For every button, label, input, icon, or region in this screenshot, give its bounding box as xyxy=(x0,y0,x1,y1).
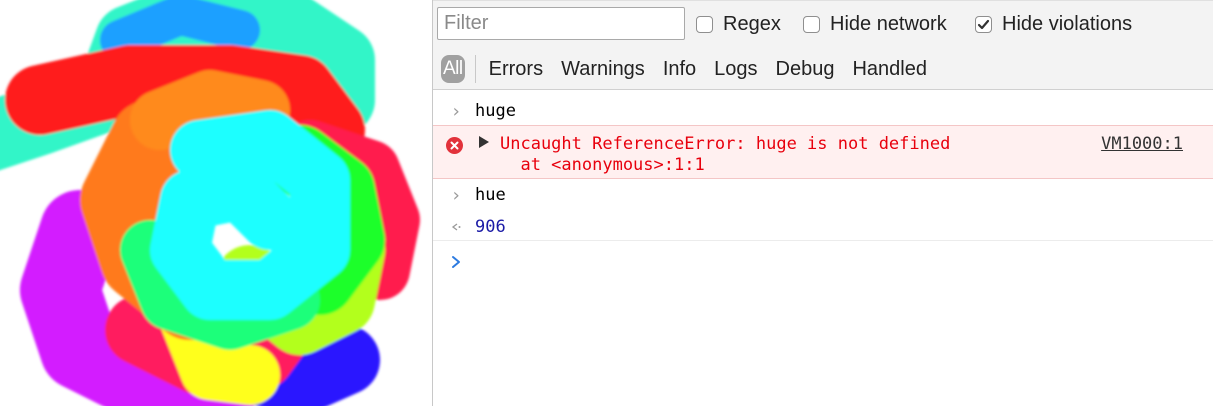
devtools-console: Regex Hide network Hide violations All E… xyxy=(433,0,1213,406)
prompt-arrow-icon xyxy=(452,256,460,268)
input-chevron-icon: › xyxy=(450,184,462,206)
regex-label: Regex xyxy=(723,12,781,35)
regex-toggle[interactable]: Regex xyxy=(696,12,781,36)
input-chevron-icon: › xyxy=(450,100,462,122)
hide-network-label: Hide network xyxy=(830,12,947,35)
expand-triangle-icon[interactable] xyxy=(479,136,489,148)
level-logs[interactable]: Logs xyxy=(714,58,757,81)
error-stack: at <anonymous>:1:1 xyxy=(500,155,705,175)
console-input-line: › huge xyxy=(433,99,1213,123)
level-info[interactable]: Info xyxy=(663,58,696,81)
console-toolbar: Regex Hide network Hide violations All E… xyxy=(433,0,1213,90)
level-debug[interactable]: Debug xyxy=(776,58,835,81)
return-arrow-icon xyxy=(451,223,461,231)
filter-input[interactable] xyxy=(437,7,685,40)
error-x-glyph xyxy=(450,141,459,150)
hide-violations-checkbox[interactable] xyxy=(975,15,992,33)
level-all[interactable]: All xyxy=(441,55,465,83)
checkmark-icon xyxy=(977,19,990,29)
result-arrow-icon xyxy=(447,215,465,239)
level-errors[interactable]: Errors xyxy=(489,58,543,81)
hide-network-checkbox[interactable] xyxy=(803,15,820,33)
regex-checkbox[interactable] xyxy=(696,15,713,33)
console-error-message: Uncaught ReferenceError: huge is not def… xyxy=(433,125,1213,179)
console-result-line: 906 xyxy=(433,215,1213,241)
input-text: huge xyxy=(475,101,516,121)
hide-violations-toggle[interactable]: Hide violations xyxy=(975,12,1132,36)
log-level-filter: All Errors Warnings Info Logs Debug Hand… xyxy=(441,54,945,84)
hide-violations-label: Hide violations xyxy=(1002,12,1133,35)
console-prompt[interactable] xyxy=(433,250,1213,274)
level-handled[interactable]: Handled xyxy=(852,58,927,81)
level-warnings[interactable]: Warnings xyxy=(561,58,645,81)
error-source-link[interactable]: VM1000:1 xyxy=(1101,132,1183,156)
prompt-chevron-icon xyxy=(447,250,465,274)
drawing-canvas[interactable] xyxy=(0,0,432,406)
error-icon xyxy=(446,137,463,154)
input-text: hue xyxy=(475,185,506,205)
hue-brush-strokes xyxy=(0,0,420,406)
console-input-line: › hue xyxy=(433,183,1213,207)
level-separator xyxy=(474,55,476,83)
hide-network-toggle[interactable]: Hide network xyxy=(803,12,947,36)
result-value: 906 xyxy=(475,217,506,237)
